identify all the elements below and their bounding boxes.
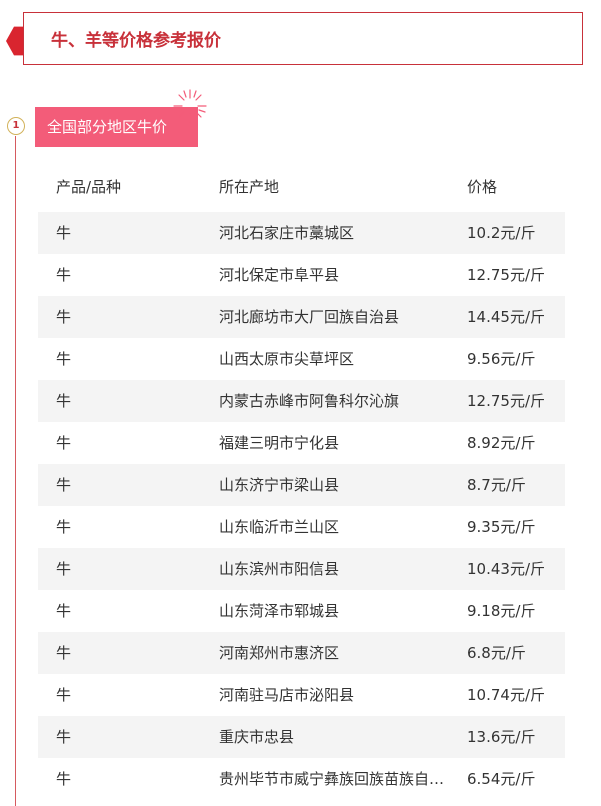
table-row: 牛 福建三明市宁化县 8.92元/斤 (38, 422, 565, 464)
table-row: 牛 河北保定市阜平县 12.75元/斤 (38, 254, 565, 296)
origin-cell: 山东菏泽市郓城县 (219, 602, 340, 620)
product-cell: 牛 (56, 602, 72, 620)
table-row: 牛 河北石家庄市藁城区 10.2元/斤 (38, 212, 565, 254)
price-cell: 14.45元/斤 (467, 308, 545, 326)
price-cell: 9.56元/斤 (467, 350, 536, 368)
product-cell: 牛 (56, 350, 72, 368)
table-row: 牛 贵州毕节市威宁彝族回族苗族自… 6.54元/斤 (38, 758, 565, 800)
product-cell: 牛 (56, 308, 72, 326)
product-cell: 牛 (56, 476, 72, 494)
origin-cell: 河北保定市阜平县 (219, 266, 340, 284)
column-header-product: 产品/品种 (56, 178, 122, 196)
table-row: 牛 重庆市忠县 13.6元/斤 (38, 716, 565, 758)
product-cell: 牛 (56, 644, 72, 662)
price-cell: 6.54元/斤 (467, 770, 536, 788)
product-cell: 牛 (56, 518, 72, 536)
page-title: 牛、羊等价格参考报价 (51, 31, 221, 51)
table-header: 产品/品种 所在产地 价格 (38, 172, 565, 202)
firework-icon (173, 89, 207, 123)
price-cell: 13.6元/斤 (467, 728, 536, 746)
price-table: 牛河北石家庄市藁城区 10.2元/斤牛河北保定市阜平县 12.75元/斤牛河北廊坊市… (38, 212, 565, 800)
product-cell: 牛 (56, 560, 72, 578)
column-header-origin: 所在产地 (219, 178, 280, 196)
table-row: 牛 山东济宁市梁山县 8.7元/斤 (38, 464, 565, 506)
origin-cell: 内蒙古赤峰市阿鲁科尔沁旗 (219, 392, 400, 410)
timeline-line (15, 136, 16, 806)
price-cell: 10.74元/斤 (467, 686, 545, 704)
origin-cell: 河南郑州市惠济区 (219, 644, 340, 662)
origin-cell: 山东济宁市梁山县 (219, 476, 340, 494)
product-cell: 牛 (56, 266, 72, 284)
origin-cell: 山东临沂市兰山区 (219, 518, 340, 536)
table-row: 牛 内蒙古赤峰市阿鲁科尔沁旗 12.75元/斤 (38, 380, 565, 422)
origin-cell: 福建三明市宁化县 (219, 434, 340, 452)
price-cell: 9.18元/斤 (467, 602, 536, 620)
product-cell: 牛 (56, 686, 72, 704)
table-row: 牛 河北廊坊市大厂回族自治县 14.45元/斤 (38, 296, 565, 338)
origin-cell: 河南驻马店市泌阳县 (219, 686, 355, 704)
table-row: 牛 山西太原市尖草坪区 9.56元/斤 (38, 338, 565, 380)
origin-cell: 河北廊坊市大厂回族自治县 (219, 308, 400, 326)
origin-cell: 贵州毕节市威宁彝族回族苗族自… (219, 770, 445, 788)
origin-cell: 重庆市忠县 (219, 728, 295, 746)
column-header-price: 价格 (467, 178, 498, 196)
step-number-badge: 1 (7, 117, 25, 135)
product-cell: 牛 (56, 770, 72, 788)
price-cell: 8.7元/斤 (467, 476, 526, 494)
price-cell: 9.35元/斤 (467, 518, 536, 536)
table-row: 牛 河南驻马店市泌阳县 10.74元/斤 (38, 674, 565, 716)
table-row: 牛 山东菏泽市郓城县 9.18元/斤 (38, 590, 565, 632)
product-cell: 牛 (56, 434, 72, 452)
table-row: 牛 山东临沂市兰山区 9.35元/斤 (38, 506, 565, 548)
product-cell: 牛 (56, 392, 72, 410)
price-cell: 12.75元/斤 (467, 392, 545, 410)
origin-cell: 山东滨州市阳信县 (219, 560, 340, 578)
price-cell: 6.8元/斤 (467, 644, 526, 662)
table-row: 牛 河南郑州市惠济区 6.8元/斤 (38, 632, 565, 674)
price-cell: 8.92元/斤 (467, 434, 536, 452)
origin-cell: 山西太原市尖草坪区 (219, 350, 355, 368)
price-cell: 10.43元/斤 (467, 560, 545, 578)
table-row: 牛 山东滨州市阳信县 10.43元/斤 (38, 548, 565, 590)
product-cell: 牛 (56, 224, 72, 242)
price-cell: 10.2元/斤 (467, 224, 536, 242)
price-cell: 12.75元/斤 (467, 266, 545, 284)
origin-cell: 河北石家庄市藁城区 (219, 224, 355, 242)
product-cell: 牛 (56, 728, 72, 746)
